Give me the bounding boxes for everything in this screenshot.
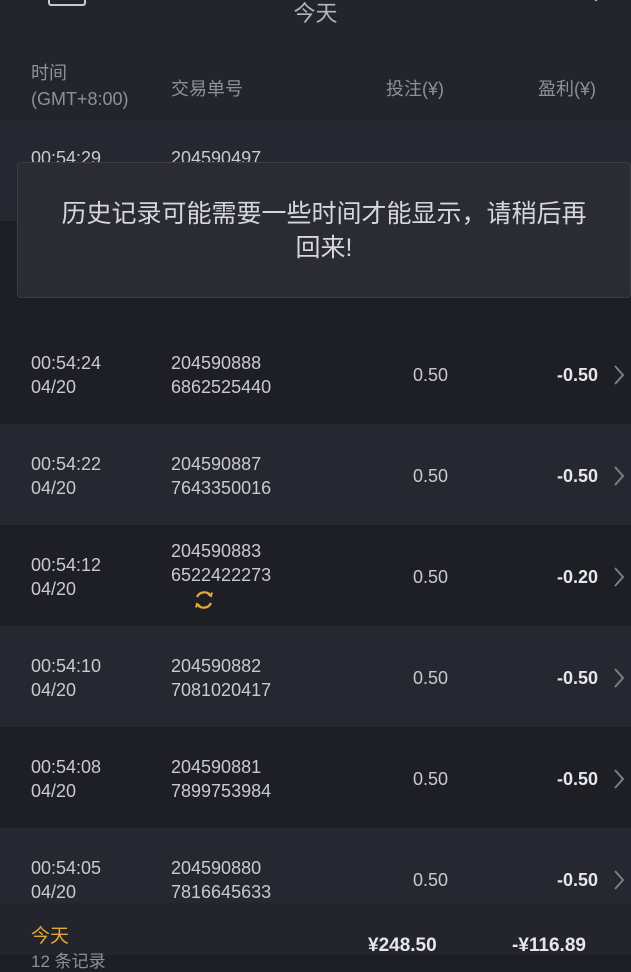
row-time: 00:54:05 (31, 858, 102, 878)
row-order-id: 204590887 (171, 454, 262, 474)
row-bet: 0.50 (412, 769, 448, 789)
row-order-id: 204590880 (171, 858, 262, 878)
row-profit: -0.50 (556, 466, 598, 486)
footer-label: 今天 (31, 926, 70, 947)
loading-spinner-icon (195, 591, 213, 609)
row-time: 00:54:10 (31, 656, 102, 676)
toast-message-line1: 历史记录可能需要一些时间才能显示，请稍后再 (61, 200, 587, 228)
column-header: 时间 (GMT+8:00) 交易单号 投注(¥) 盈利(¥) (0, 48, 631, 120)
toast-message-line2: 回来! (295, 234, 353, 262)
chevron-right-icon[interactable] (612, 465, 626, 487)
row-time: 00:54:24 (31, 353, 102, 373)
row-order-id: 204590888 (171, 353, 262, 373)
row-date: 04/20 (31, 377, 77, 397)
row-date: 04/20 (31, 478, 77, 498)
row-profit: -0.50 (556, 365, 598, 385)
column-timezone: (GMT+8:00) (31, 89, 129, 109)
page-title: 今天 (293, 1, 338, 26)
table-row[interactable]: 00:54:12 04/20 204590883 6522422273 0.50… (0, 525, 631, 626)
table-row[interactable]: 00:54:24 04/20 204590888 6862525440 0.50… (0, 323, 631, 424)
row-date: 04/20 (31, 781, 77, 801)
table-row[interactable]: 00:54:08 04/20 204590881 7899753984 0.50… (0, 727, 631, 828)
column-profit: 盈利(¥) (538, 79, 596, 99)
row-profit: -0.50 (556, 870, 598, 890)
row-order-id: 204590883 (171, 541, 262, 561)
row-time: 00:54:08 (31, 757, 102, 777)
row-bet: 0.50 (412, 466, 448, 486)
history-delay-toast: 历史记录可能需要一些时间才能显示，请稍后再 回来! (17, 162, 631, 298)
row-order-id-suffix: 7643350016 (171, 478, 272, 498)
row-date: 04/20 (31, 579, 77, 599)
row-time: 00:54:22 (31, 454, 102, 474)
row-order-id: 204590881 (171, 757, 262, 777)
record-count: 12 条记录 (31, 952, 106, 971)
row-bet: 0.50 (412, 870, 448, 890)
row-order-id: 204590882 (171, 656, 262, 676)
column-time: 时间 (31, 63, 67, 83)
row-order-id-suffix: 7081020417 (171, 680, 272, 700)
chevron-right-icon[interactable] (612, 364, 626, 386)
table-row[interactable]: 00:54:10 04/20 204590882 7081020417 0.50… (0, 626, 631, 727)
row-time: 00:54:12 (31, 555, 102, 575)
chevron-right-icon[interactable] (612, 566, 626, 588)
column-bet: 投注(¥) (386, 79, 444, 99)
row-order-id-suffix: 7899753984 (171, 781, 272, 801)
row-profit: -0.50 (556, 668, 598, 688)
table-row[interactable]: 00:54:22 04/20 204590887 7643350016 0.50… (0, 424, 631, 525)
close-icon[interactable] (576, 0, 616, 12)
chevron-right-icon[interactable] (612, 768, 626, 790)
top-bar: 今天 (0, 0, 631, 48)
chevron-right-icon[interactable] (612, 667, 626, 689)
row-profit: -0.20 (556, 567, 598, 587)
row-bet: 0.50 (412, 668, 448, 688)
chevron-right-icon[interactable] (612, 869, 626, 891)
row-date: 04/20 (31, 882, 77, 902)
row-date: 04/20 (31, 680, 77, 700)
row-bet: 0.50 (412, 567, 448, 587)
column-order-id: 交易单号 (171, 79, 243, 99)
bet-total: ¥248.50 (368, 935, 437, 956)
row-order-id-suffix: 6522422273 (171, 565, 272, 585)
profit-total: -¥116.89 (512, 935, 586, 956)
row-profit: -0.50 (556, 769, 598, 789)
row-order-id-suffix: 6862525440 (171, 377, 272, 397)
row-bet: 0.50 (412, 365, 448, 385)
summary-footer: 今天 12 条记录 ¥248.50 -¥116.89 (0, 903, 631, 971)
row-order-id-suffix: 7816645633 (171, 882, 272, 902)
